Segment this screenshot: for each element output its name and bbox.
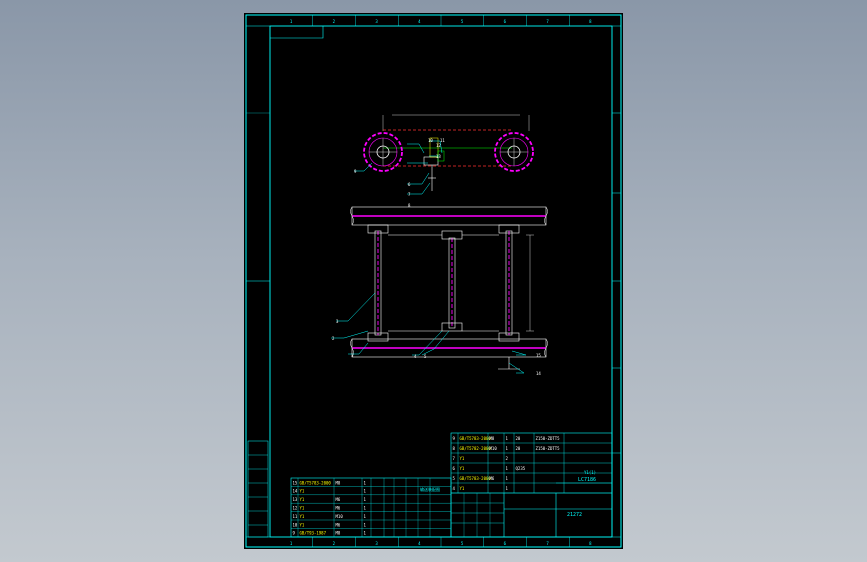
zone-number-top: 6 xyxy=(504,19,507,24)
conveyor-frame-view xyxy=(350,206,548,370)
bom-table-right: 9 GB/T5783-2000M8 1 20 Z150-ZDTT58 GB/T5782-2… xyxy=(451,433,612,494)
callout-3: 3 xyxy=(336,319,339,324)
bom-right-cell: GB/T5783-2000 xyxy=(460,476,492,481)
bom-left-cell: Y1 xyxy=(300,514,305,519)
zone-number-bottom: 7 xyxy=(546,541,549,546)
drawing-sheet: 12345678 12345678 1 2 3 4 5 6 7 8 9 10 1… xyxy=(244,13,623,549)
zone-number-top: 7 xyxy=(546,19,549,24)
bom-right-cell: 6 xyxy=(453,466,456,471)
bom-right-cell: 1 xyxy=(506,486,509,491)
callout-9: 9 xyxy=(354,169,357,174)
bom-left-cell: 9 xyxy=(293,531,296,536)
zone-number-top: 1 xyxy=(290,19,293,24)
callout-10: 10 xyxy=(428,138,433,143)
bom-right-cell: 2 xyxy=(506,456,509,461)
callout-7: 7 xyxy=(408,192,411,197)
bom-right-cell: Q235 xyxy=(516,466,526,471)
bom-left-cell: 13 xyxy=(293,497,298,502)
callout-12: 12 xyxy=(436,143,441,148)
bom-left-cell: Y1 xyxy=(300,506,305,511)
bom-right-cell: M10 xyxy=(490,446,498,451)
zone-markers-bottom: 1 2 3 4 5 6 7 8 xyxy=(290,537,592,547)
inner-frame xyxy=(269,25,613,538)
zone-number-top: 5 xyxy=(461,19,464,24)
bom-right-cell: 20 xyxy=(516,436,521,441)
bom-left-cell: M8 xyxy=(336,531,341,536)
bom-right-cell: Z150-ZDTT5 xyxy=(536,446,561,451)
callout-14: 14 xyxy=(536,371,541,376)
drawing-number: 21272 xyxy=(567,512,582,518)
zone-number-bottom: 6 xyxy=(504,541,507,546)
bom-left-cell: 12 xyxy=(293,506,298,511)
bom-left-cell: 1 xyxy=(364,489,367,494)
callout-leaders xyxy=(331,140,527,374)
bom-right-cell: M8 xyxy=(490,436,495,441)
bom-right-cell: 20 xyxy=(516,446,521,451)
zone-number-top: 3 xyxy=(375,19,378,24)
bom-right-cell: 9 xyxy=(453,436,456,441)
bom-left-cell: Y1 xyxy=(300,489,305,494)
bom-right-cell: GB/T5783-2000 xyxy=(460,436,492,441)
bom-right-cell: GB/T5782-2000 xyxy=(460,446,492,451)
callout-6: 6 xyxy=(408,182,411,187)
bom-left-cell: M6 xyxy=(336,497,341,502)
material-code: Y1(1) xyxy=(584,470,596,475)
bom-left-cell: 1 xyxy=(364,506,367,511)
bom-left-cell: M6 xyxy=(336,522,341,527)
bom-right-cell: Z150-ZDTT5 xyxy=(536,436,561,441)
callout-2: 2 xyxy=(332,336,335,341)
corner-box xyxy=(270,26,324,39)
bom-right-cell: 1 xyxy=(506,436,509,441)
left-margin-block xyxy=(247,440,269,538)
bom-right-cell: 7 xyxy=(453,456,456,461)
zone-number-bottom: 1 xyxy=(290,541,293,546)
bom-right-cell: Y1 xyxy=(460,486,465,491)
bom-right-cell: 1 xyxy=(506,466,509,471)
bom-left-cell: 1 xyxy=(364,522,367,527)
callout-13: 13 xyxy=(436,154,441,159)
bom-left-cell: GB/T93-1987 xyxy=(300,531,327,536)
bom-left-cell: GB/T5783-2000 xyxy=(300,480,332,485)
chain-drive-view xyxy=(363,114,534,191)
cad-drawing: 12345678 12345678 1234 5678910 111213141… xyxy=(245,14,622,548)
zone-number-bottom: 2 xyxy=(333,541,336,546)
bom-right-cell: 8 xyxy=(453,446,456,451)
bom-left-cell: M10 xyxy=(336,514,344,519)
bom-left-cell: M6 xyxy=(336,506,341,511)
zone-number-bottom: 3 xyxy=(375,541,378,546)
zone-number-bottom: 5 xyxy=(461,541,464,546)
outer-border xyxy=(245,14,622,548)
bom-left-cell: 1 xyxy=(364,497,367,502)
part-code: LC7186 xyxy=(578,477,596,483)
bom-right-cell: Y1 xyxy=(460,456,465,461)
bom-right-cell: 1 xyxy=(506,446,509,451)
callout-15: 15 xyxy=(536,353,541,358)
bom-left-cell: M8 xyxy=(336,480,341,485)
zone-markers-top: 1 2 3 4 5 6 7 8 xyxy=(290,15,592,26)
bom-right-cell: M6 xyxy=(490,476,495,481)
assembly-label: 输送装配图 xyxy=(420,486,440,492)
callout-5: 5 xyxy=(424,354,427,359)
zone-number-bottom: 8 xyxy=(589,541,592,546)
bom-right-cell: 1 xyxy=(506,476,509,481)
bom-left-cell: 10 xyxy=(293,522,298,527)
bom-left-cell: 15 xyxy=(293,480,298,485)
bom-right-cell: 4 xyxy=(453,486,456,491)
bom-left-cell: Y1 xyxy=(300,522,305,527)
zone-number-bottom: 4 xyxy=(418,541,421,546)
bom-left-cell: 11 xyxy=(293,514,298,519)
bom-left-cell: 1 xyxy=(364,480,367,485)
zone-number-top: 2 xyxy=(333,19,336,24)
bom-right-cell: 5 xyxy=(453,476,456,481)
bom-right-cell: Y1 xyxy=(460,466,465,471)
bom-left-cell: Y1 xyxy=(300,497,305,502)
zone-number-top: 4 xyxy=(418,19,421,24)
bom-left-cell: 14 xyxy=(293,489,298,494)
bom-left-cell: 1 xyxy=(364,514,367,519)
zone-number-top: 8 xyxy=(589,19,592,24)
callout-labels: 1234 5678910 1112131415 xyxy=(332,138,541,376)
bom-left-cell: 1 xyxy=(364,531,367,536)
